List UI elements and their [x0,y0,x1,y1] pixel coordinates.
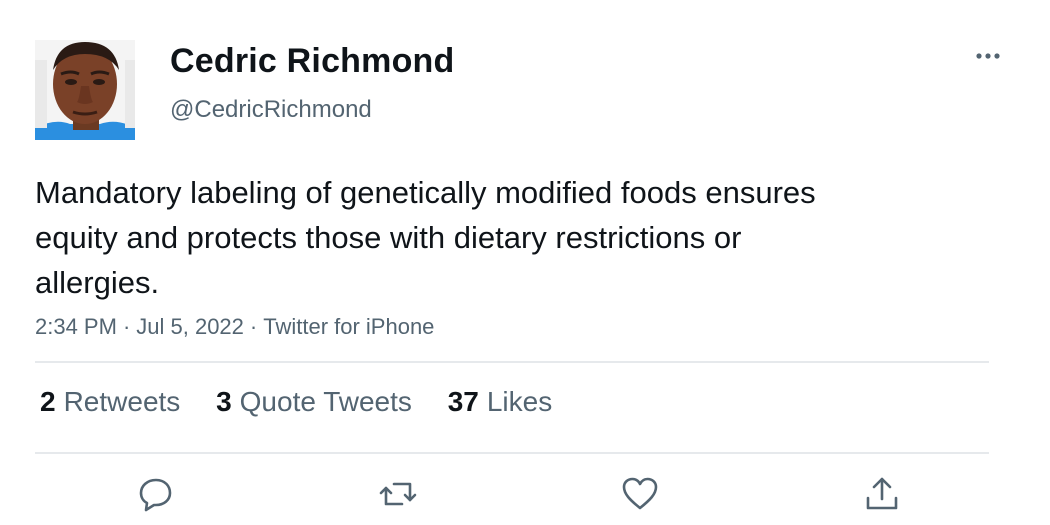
author-display-name[interactable]: Cedric Richmond [170,42,454,81]
tweet-text: Mandatory labeling of genetically modifi… [35,175,816,300]
share-icon[interactable] [862,474,902,514]
divider [35,452,989,454]
likes-label: Likes [486,386,553,417]
retweets-count: 2 [40,386,56,417]
likes-stat[interactable]: 37 Likes [448,386,553,418]
quote-tweets-stat[interactable]: 3 Quote Tweets [216,386,412,418]
quote-tweets-count: 3 [216,386,232,417]
tweet-card: Cedric Richmond @CedricRichmond Mandator… [0,0,1050,525]
heart-icon[interactable] [620,474,660,514]
meta-separator: · [122,314,131,339]
tweet-source[interactable]: Twitter for iPhone [263,314,434,339]
tweet-meta: 2:34 PM · Jul 5, 2022 · Twitter for iPhone [35,314,434,340]
more-options-icon[interactable] [970,44,1006,68]
meta-separator: · [249,314,258,339]
engagement-stats: 2 Retweets 3 Quote Tweets 37 Likes [40,386,580,418]
avatar[interactable] [35,40,135,140]
tweet-date[interactable]: Jul 5, 2022 [136,314,244,339]
likes-count: 37 [447,386,479,417]
retweet-icon[interactable] [378,474,418,514]
tweet-time[interactable]: 2:34 PM [35,314,117,339]
author-handle[interactable]: @CedricRichmond [170,96,372,124]
retweets-stat[interactable]: 2 Retweets [40,386,180,418]
divider [35,361,989,363]
avatar-photo [35,40,135,140]
retweets-label: Retweets [63,386,181,417]
quote-tweets-label: Quote Tweets [239,386,412,417]
reply-icon[interactable] [136,474,176,514]
